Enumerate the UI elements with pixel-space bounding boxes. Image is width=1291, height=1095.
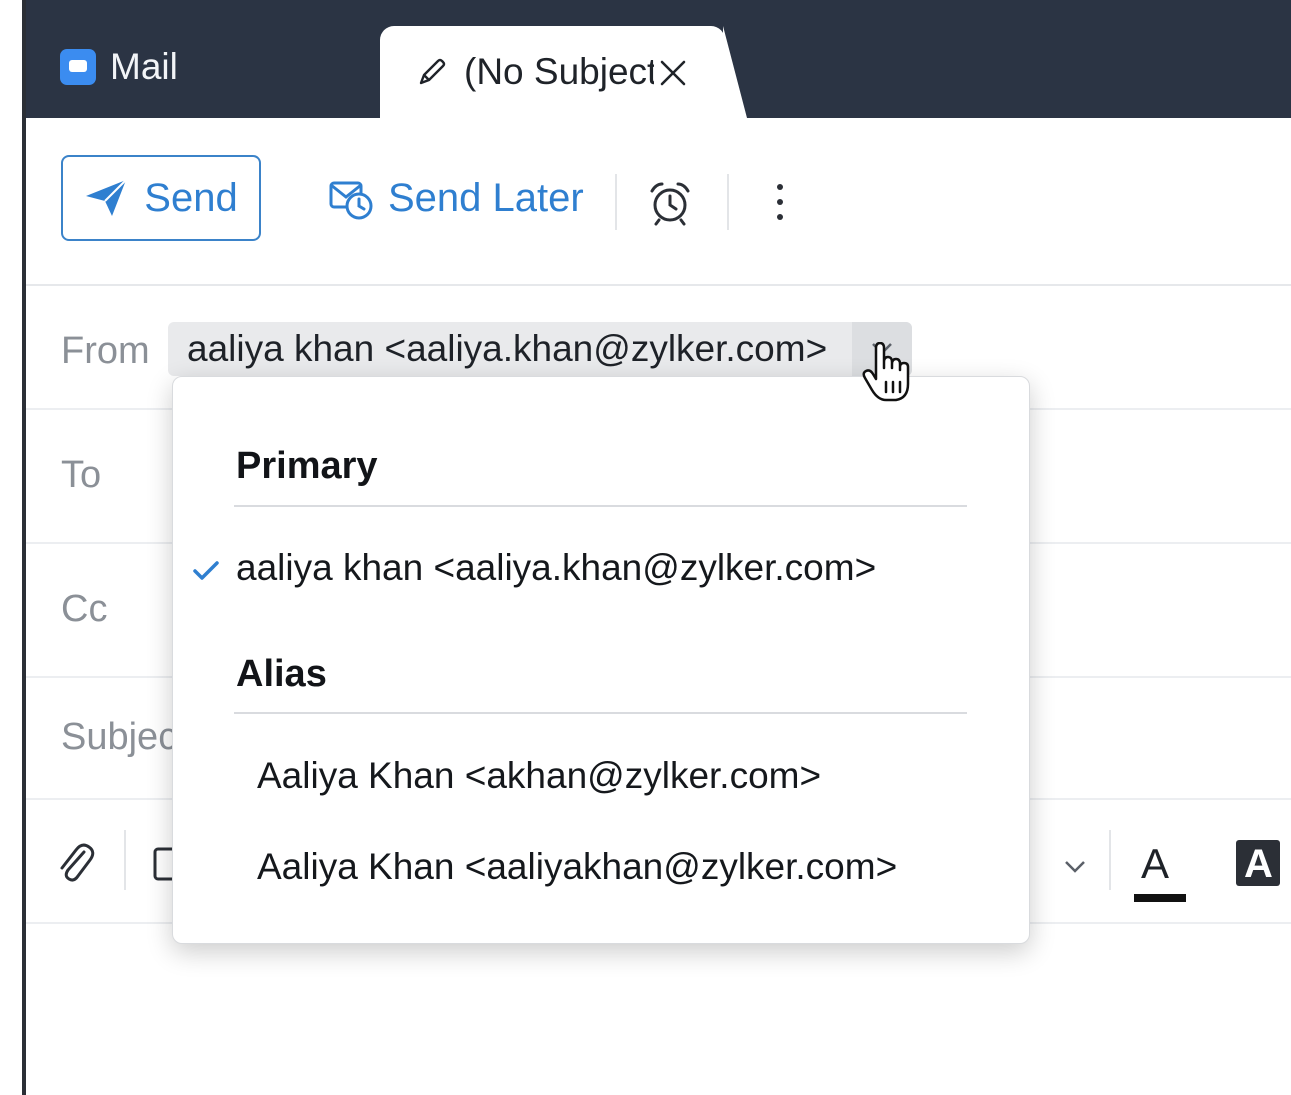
highlight-letter: A [1244,842,1273,886]
from-select[interactable]: aaliya khan <aaliya.khan@zylker.com> [168,322,912,376]
to-label: To [61,454,102,496]
text-color-icon[interactable]: A [1134,840,1186,904]
send-icon [86,179,127,216]
mail-icon [60,49,96,85]
text-color-swatch [1134,894,1186,902]
format-divider [1109,830,1111,890]
send-button[interactable]: Send [61,155,261,241]
text-color-letter: A [1141,840,1170,887]
compose-toolbar: Send Send Later [26,118,1291,286]
tab-bar: Mail (No Subject) [26,0,1291,118]
from-dropdown-menu: Primary aaliya khan <aaliya.khan@zylker.… [172,376,1030,944]
hand-cursor-icon [862,342,910,402]
chevron-down-icon[interactable] [1064,860,1086,874]
more-icon[interactable] [776,184,784,220]
send-later-label: Send Later [388,176,584,220]
send-label: Send [144,175,238,220]
alias-heading: Alias [236,653,327,695]
divider [234,505,967,507]
send-later-button[interactable]: Send Later [328,176,584,221]
from-label: From [61,330,150,372]
send-later-icon [329,181,373,219]
tab-compose[interactable]: (No Subject) [380,26,747,118]
attachment-icon[interactable] [56,840,96,884]
from-value: aaliya khan <aaliya.khan@zylker.com> [187,328,828,369]
tab-mail-label: Mail [110,46,178,87]
primary-address-option[interactable]: aaliya khan <aaliya.khan@zylker.com> [236,547,876,589]
alias-option[interactable]: Aaliya Khan <akhan@zylker.com> [257,755,821,797]
tab-compose-title: (No Subject) [464,51,654,92]
highlight-icon[interactable]: A [1236,840,1280,886]
window-edge [0,0,26,1095]
alarm-icon[interactable] [648,180,692,226]
cc-label: Cc [61,588,108,630]
tab-mail[interactable]: Mail [60,46,178,88]
alias-option[interactable]: Aaliya Khan <aaliyakhan@zylker.com> [257,846,897,888]
format-divider [124,830,126,890]
primary-heading: Primary [236,445,378,487]
divider [234,712,967,714]
toolbar-divider [727,174,729,230]
check-icon [193,561,219,580]
close-icon[interactable] [658,58,688,88]
pencil-icon [419,58,446,85]
toolbar-divider [615,174,617,230]
subject-label: Subject [61,716,188,758]
